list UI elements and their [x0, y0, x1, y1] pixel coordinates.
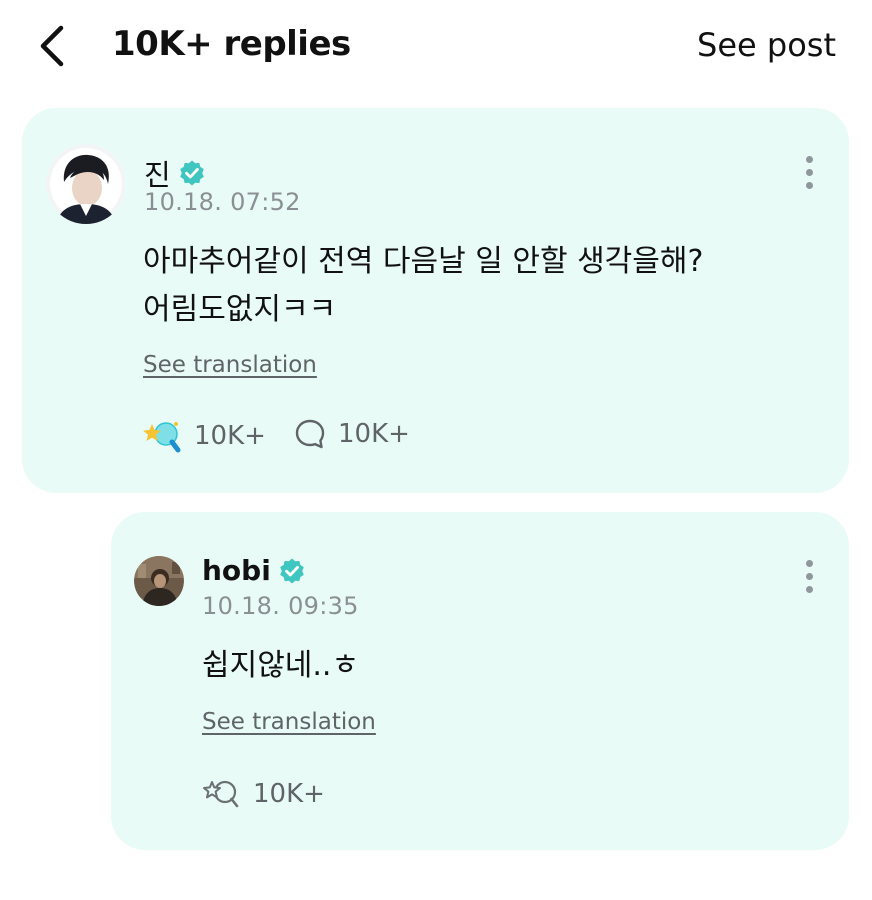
- more-options-button[interactable]: [797, 554, 821, 598]
- top-bar: 10K+ replies See post: [0, 0, 872, 92]
- more-vertical-icon-dot: [805, 181, 813, 189]
- post-text: 아마추어같이 전역 다음날 일 안할 생각을해? 어림도없지ㅋㅋ: [143, 244, 704, 327]
- avatar[interactable]: [134, 556, 184, 606]
- back-button[interactable]: [30, 22, 74, 70]
- post-card: 진 10.18. 07:52 아마추어같이 전역 다음날 일 안할 생각을해? …: [22, 108, 849, 493]
- see-translation-link[interactable]: See translation: [202, 709, 376, 735]
- chevron-left-icon: [40, 25, 64, 67]
- page-title: 10K+ replies: [112, 24, 351, 64]
- reaction-count: 10K+: [253, 779, 325, 809]
- reply-timestamp: 10.18. 09:35: [202, 592, 359, 620]
- reply-text: 쉽지않네..ㅎ: [202, 648, 360, 683]
- reaction-button[interactable]: 10K+: [142, 418, 266, 454]
- more-options-button[interactable]: [797, 150, 821, 194]
- more-vertical-icon-dot: [805, 168, 813, 176]
- reply-card: hobi 10.18. 09:35 쉽지않네..ㅎ See translatio…: [111, 512, 849, 850]
- avatar[interactable]: [46, 144, 126, 224]
- comment-button[interactable]: 10K+: [294, 418, 410, 450]
- reaction-button[interactable]: 10K+: [201, 776, 325, 812]
- see-post-button[interactable]: See post: [697, 26, 836, 64]
- sparkle-reaction-icon: [143, 422, 181, 453]
- avatar-image: [134, 556, 184, 606]
- see-translation-link[interactable]: See translation: [143, 352, 317, 378]
- post-timestamp: 10.18. 07:52: [144, 188, 301, 216]
- comment-bubble-icon: [295, 419, 325, 449]
- verified-badge-icon: [179, 160, 204, 186]
- avatar-image: [46, 144, 126, 224]
- author-name[interactable]: hobi: [202, 554, 271, 587]
- verified-badge-icon: [280, 558, 304, 583]
- more-vertical-icon: [805, 559, 813, 567]
- reaction-outline-icon: [203, 780, 239, 808]
- reaction-count: 10K+: [194, 421, 266, 451]
- more-vertical-icon-dot: [805, 572, 813, 580]
- more-vertical-icon-dot: [805, 585, 813, 593]
- more-vertical-icon: [805, 155, 813, 163]
- comment-count: 10K+: [338, 419, 410, 449]
- author-row: hobi: [202, 554, 306, 587]
